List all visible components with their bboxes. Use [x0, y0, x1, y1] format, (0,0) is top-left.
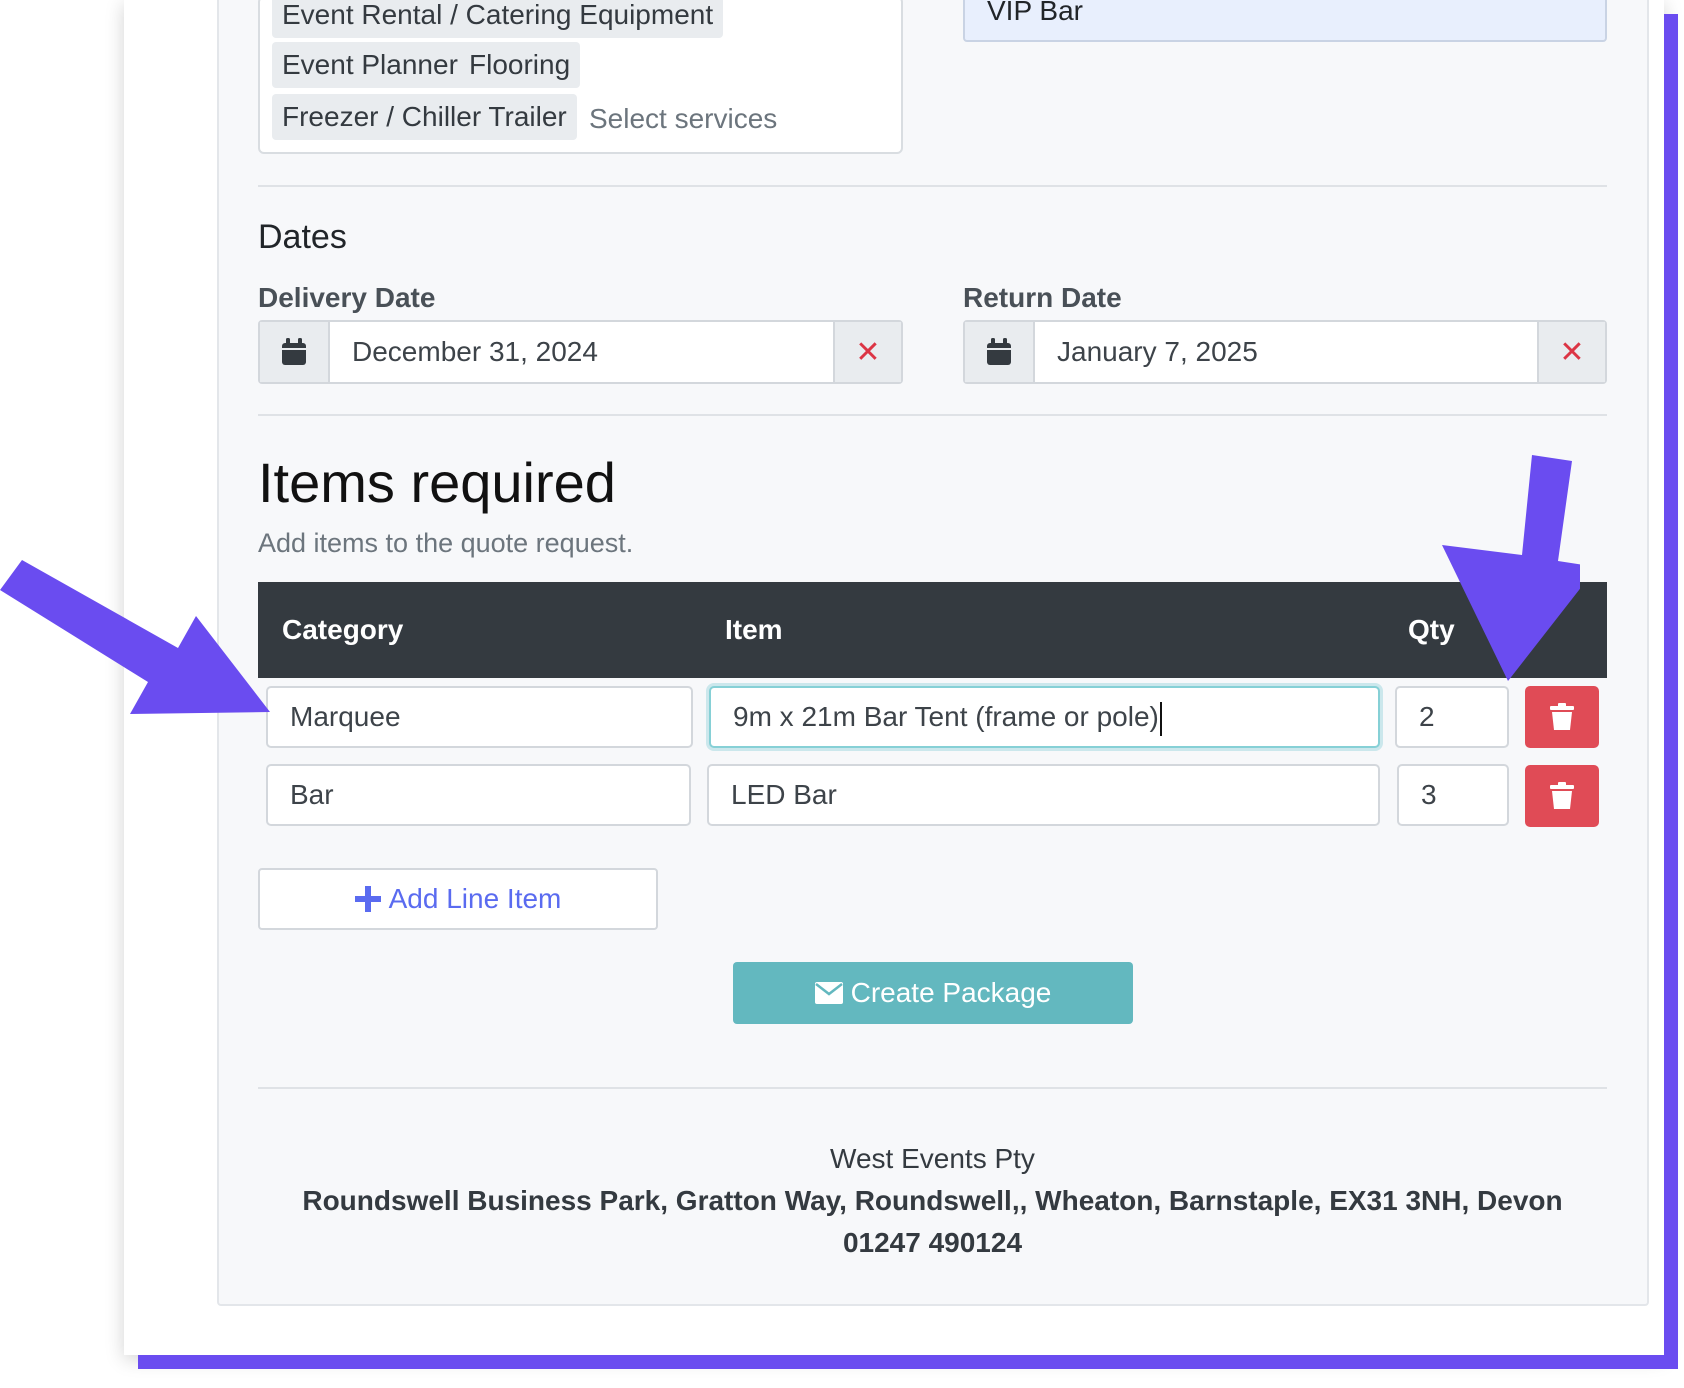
- dates-heading: Dates: [258, 218, 347, 256]
- footer-phone: 01247 490124: [842, 1227, 1023, 1258]
- delete-row-button[interactable]: [1525, 686, 1599, 748]
- services-placeholder[interactable]: Select services: [589, 103, 777, 135]
- divider: [258, 185, 1607, 187]
- calendar-icon[interactable]: [260, 322, 330, 382]
- return-date-input[interactable]: January 7, 2025: [1035, 322, 1537, 382]
- items-table-header: Category Item Qty: [258, 582, 1607, 678]
- service-chip[interactable]: Event Rental / Catering Equipment: [272, 0, 724, 38]
- service-chip[interactable]: Freezer / Chiller Trailer: [272, 94, 577, 140]
- qty-input[interactable]: 2: [1395, 686, 1509, 748]
- return-date-label: Return Date: [963, 282, 1122, 313]
- item-input[interactable]: 9m x 21m Bar Tent (frame or pole): [709, 686, 1380, 748]
- category-input[interactable]: Bar: [266, 764, 691, 826]
- divider: [258, 1087, 1607, 1089]
- create-package-button[interactable]: Create Package: [733, 962, 1133, 1024]
- times-icon: ✕: [855, 335, 881, 369]
- items-subheading: Add items to the quote request.: [258, 528, 634, 558]
- item-input-text: 9m x 21m Bar Tent (frame or pole): [733, 701, 1159, 732]
- annotation-arrow-icon: [0, 560, 270, 714]
- trash-icon: [1550, 782, 1574, 809]
- item-input[interactable]: LED Bar: [707, 764, 1380, 826]
- create-package-label: Create Package: [850, 977, 1052, 1008]
- calendar-icon[interactable]: [965, 322, 1035, 382]
- clear-return-date-button[interactable]: ✕: [1537, 322, 1605, 382]
- trash-icon: [1550, 703, 1574, 730]
- items-heading: Items required: [258, 451, 616, 514]
- category-input[interactable]: Marquee: [266, 686, 693, 748]
- add-line-item-label: Add Line Item: [388, 883, 562, 914]
- envelope-icon: [814, 982, 843, 1004]
- column-header-item: Item: [725, 614, 783, 645]
- column-header-category: Category: [282, 614, 404, 645]
- clear-delivery-date-button[interactable]: ✕: [833, 322, 901, 382]
- plus-icon: [354, 886, 381, 912]
- return-date-picker: January 7, 2025 ✕: [963, 320, 1607, 384]
- delivery-date-label: Delivery Date: [258, 282, 436, 313]
- delete-row-button[interactable]: [1525, 765, 1599, 827]
- delivery-date-picker: December 31, 2024 ✕: [258, 320, 903, 384]
- text-cursor: [1159, 701, 1162, 736]
- add-line-item-button[interactable]: Add Line Item: [258, 868, 658, 930]
- service-chip[interactable]: Flooring: [459, 42, 581, 88]
- annotation-arrow-icon: [1442, 455, 1580, 681]
- qty-input[interactable]: 3: [1397, 764, 1509, 826]
- bar-select[interactable]: VIP Bar: [963, 0, 1607, 42]
- delivery-date-input[interactable]: December 31, 2024: [330, 322, 833, 382]
- times-icon: ✕: [1559, 335, 1585, 369]
- service-chip[interactable]: Event Planner: [272, 42, 468, 88]
- footer-address: Roundswell Business Park, Gratton Way, R…: [302, 1185, 1563, 1216]
- divider: [258, 414, 1607, 416]
- footer-company: West Events Pty: [830, 1143, 1035, 1174]
